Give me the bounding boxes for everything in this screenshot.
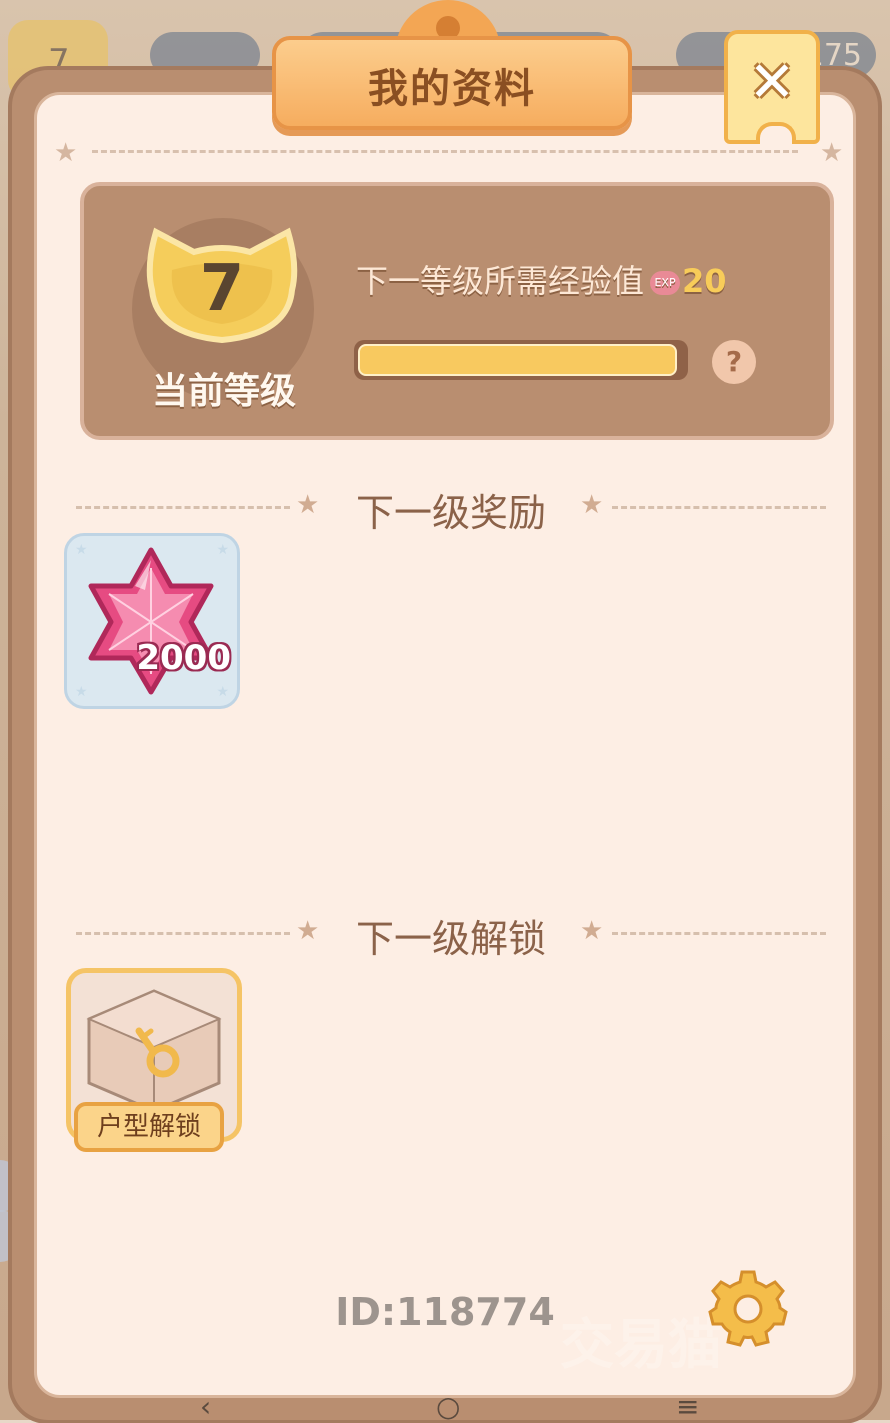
exp-progress-bar <box>354 340 688 380</box>
exp-icon: EXP <box>650 271 681 295</box>
room-key-icon <box>86 989 222 1113</box>
home-nav-button[interactable]: ○ <box>436 1390 460 1423</box>
unlock-item-label: 户型解锁 <box>74 1102 224 1152</box>
exp-requirement: 下一等级所需经验值 EXP 20 <box>356 256 727 302</box>
current-level-number: 7 <box>199 252 245 326</box>
dashed-line <box>612 932 826 935</box>
stitch-divider <box>92 150 798 153</box>
settings-gear-icon[interactable] <box>708 1268 788 1348</box>
reward-section-header: ★ 下一级奖励 ★ <box>76 482 826 535</box>
star-decoration-icon: ★ <box>580 490 604 520</box>
reward-amount: 2000 <box>136 638 231 678</box>
dialog-title-tab: 我的资料 <box>272 36 632 130</box>
reward-section-title: 下一级奖励 <box>355 491 546 535</box>
star-decoration-icon: ★ <box>54 138 78 168</box>
reward-item[interactable]: ★ ★ ★ ★ 2000 <box>64 533 240 709</box>
unlock-section-header: ★ 下一级解锁 ★ <box>76 908 826 961</box>
current-level-label: 当前等级 <box>151 371 296 412</box>
dashed-line <box>612 506 826 509</box>
system-navigation-bar: ‹ ○ ≡ <box>0 1390 890 1423</box>
close-button[interactable]: ✕ <box>724 30 820 144</box>
unlock-section-title: 下一级解锁 <box>355 917 546 961</box>
exp-progress-fill <box>358 344 677 376</box>
dialog-title: 我的资料 <box>368 66 536 112</box>
exp-requirement-label: 下一等级所需经验值 <box>356 262 645 300</box>
watermark-logo: 交易猫 <box>560 1313 722 1376</box>
close-icon: ✕ <box>748 50 796 115</box>
star-decoration-icon: ★ <box>820 138 844 168</box>
back-nav-button[interactable]: ‹ <box>200 1390 211 1423</box>
menu-nav-button[interactable]: ≡ <box>676 1390 699 1423</box>
level-card: 7 当前等级 下一等级所需经验值 EXP 20 ? <box>80 182 834 440</box>
star-decoration-icon: ★ <box>580 916 604 946</box>
exp-needed-value: 20 <box>682 262 727 300</box>
help-button[interactable]: ? <box>712 340 756 384</box>
